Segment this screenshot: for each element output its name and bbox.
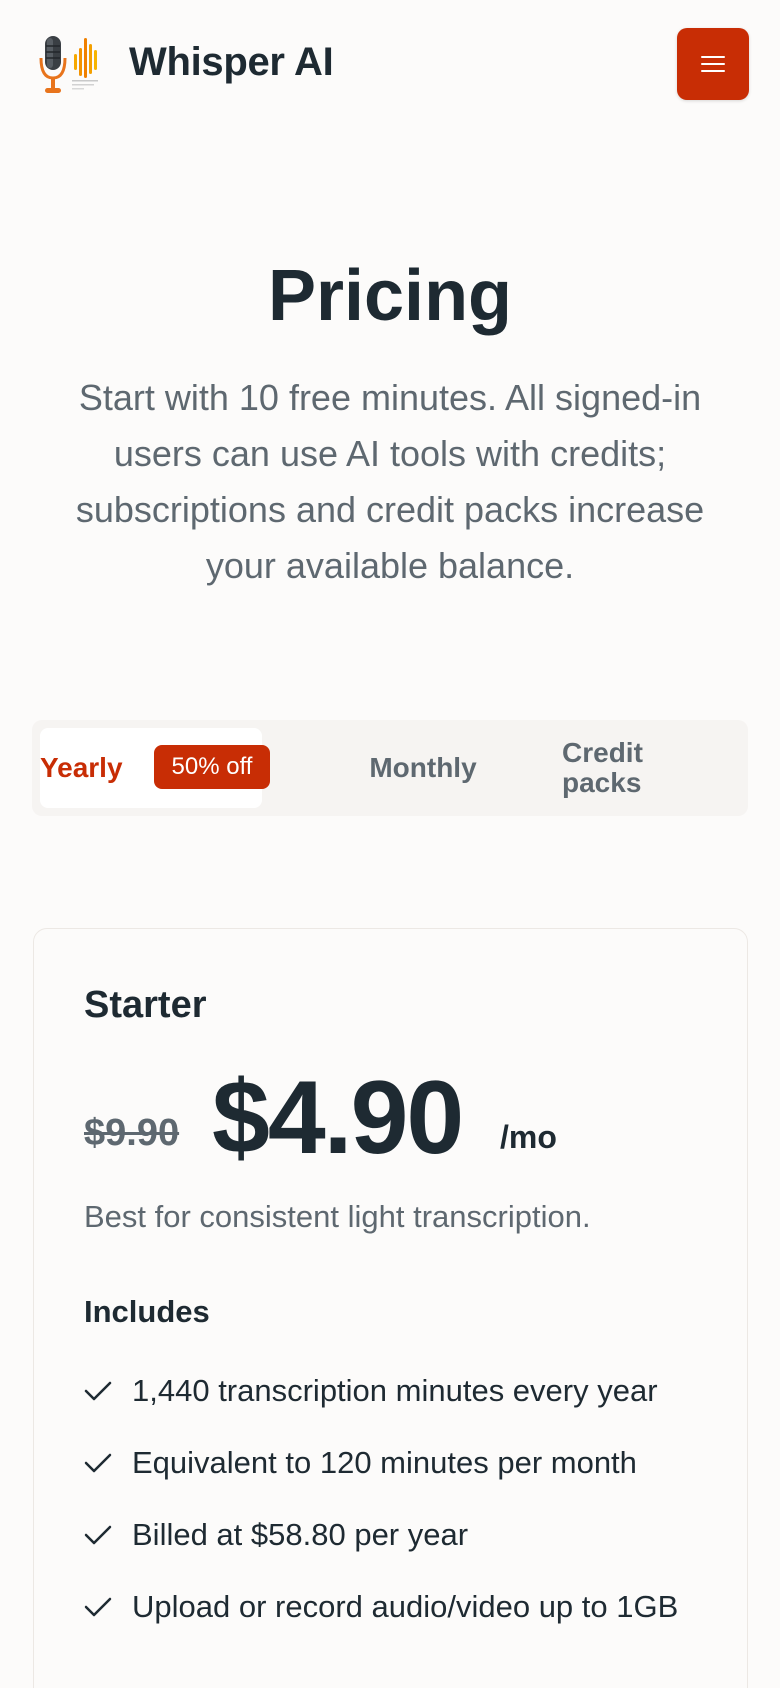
list-item: Billed at $58.80 per year [84, 1511, 724, 1559]
feature-text: Billed at $58.80 per year [132, 1517, 469, 1552]
check-icon [84, 1453, 112, 1473]
tab-credit-packs-line1: Credit [562, 737, 643, 768]
list-item: 1,440 transcription minutes every year [84, 1367, 724, 1415]
list-item: Equivalent to 120 minutes per month [84, 1439, 724, 1487]
feature-list: 1,440 transcription minutes every year E… [84, 1367, 724, 1655]
discounted-price: $4.90 [212, 1060, 464, 1176]
microphone-soundwave-icon[interactable] [36, 32, 108, 98]
feature-text: Equivalent to 120 minutes per month [132, 1445, 637, 1480]
price-period: /mo [500, 1119, 557, 1155]
tab-credit-packs-line2: packs [562, 767, 642, 798]
site-header: Whisper AI [0, 0, 780, 130]
original-price: $9.90 [84, 1112, 180, 1154]
tab-yearly-label: Yearly [40, 752, 123, 783]
feature-text: Upload or record audio/video up to 1GB [132, 1589, 679, 1624]
tab-yearly[interactable]: Yearly 50% off [40, 728, 270, 808]
check-icon [84, 1525, 112, 1545]
page-title: Pricing [267, 256, 513, 336]
tab-monthly[interactable]: Monthly [308, 728, 538, 808]
hamburger-menu-icon [701, 51, 725, 77]
brand-name[interactable]: Whisper AI [129, 40, 334, 85]
check-icon [84, 1381, 112, 1401]
menu-button[interactable] [677, 28, 749, 100]
discount-badge: 50% off [154, 745, 270, 789]
plan-name: Starter [84, 984, 207, 1026]
plan-card-starter: Starter $9.90 $4.90 /mo Best for consist… [33, 928, 748, 1688]
includes-heading: Includes [84, 1294, 210, 1329]
plan-description: Best for consistent light transcription. [84, 1199, 591, 1234]
billing-tabs: Yearly 50% off Monthly Credit packs [32, 720, 748, 816]
list-item: Upload or record audio/video up to 1GB [84, 1583, 724, 1631]
tab-credit-packs[interactable]: Credit packs [562, 728, 732, 808]
page-subtitle: Start with 10 free minutes. All signed-i… [75, 377, 705, 586]
check-icon [84, 1597, 112, 1617]
feature-text: 1,440 transcription minutes every year [132, 1373, 658, 1408]
